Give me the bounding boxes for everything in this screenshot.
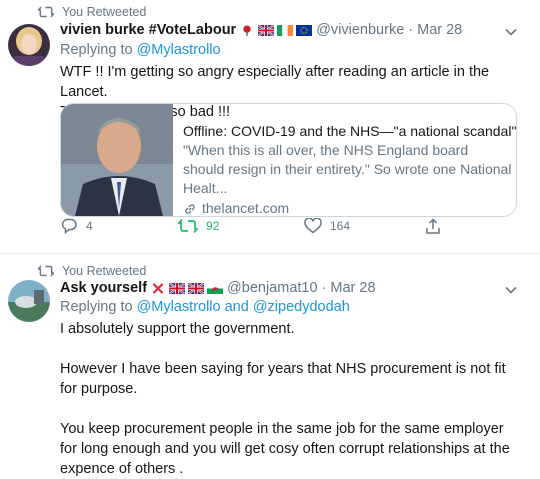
retweet-active-icon [178,218,198,234]
chevron-down-icon[interactable] [504,285,518,295]
like-action[interactable]: 164 [304,218,350,234]
chevron-down-icon[interactable] [504,27,518,37]
ireland-flag-icon [277,24,294,36]
tweet-paragraph: However I have been saying for years tha… [60,361,506,397]
tweet-vivienburke[interactable]: You Retweeted vivien burke #VoteLabour @… [0,0,540,254]
card-photo [61,104,173,216]
retweet-label: You Retweeted [62,5,147,19]
separator-dot: · [408,22,414,38]
wales-flag-icon [207,282,224,294]
tweet-date[interactable]: Mar 28 [417,22,462,38]
tweet-paragraph: I absolutely support the government. [60,321,295,337]
retweet-label: You Retweeted [62,264,147,278]
reply-action[interactable]: 4 [60,217,93,235]
display-name[interactable]: vivien burke #VoteLabour [60,22,236,38]
heart-icon [304,218,322,234]
replying-prefix: Replying to [60,42,133,58]
separator-dot: · [321,280,327,296]
replying-prefix: Replying to [60,299,133,315]
tweet-text-line: WTF !! I'm getting so angry especially a… [60,64,490,100]
avatar[interactable] [8,280,50,322]
reply-mentions[interactable]: @Mylastrollo and @zipedydodah [137,299,350,315]
tweet-header: Ask yourself @benjamat10 · Mar 28 [60,280,376,296]
share-icon [426,217,440,234]
retweet-action[interactable]: 92 [178,218,219,234]
tweet-text: I absolutely support the government. How… [60,319,520,479]
user-handle[interactable]: @benjamat10 [227,280,318,296]
link-card[interactable]: Offline: COVID-19 and the NHS—"a nationa… [60,103,517,217]
rose-icon [243,24,251,36]
user-handle[interactable]: @vivienburke [316,22,404,38]
uk-flag-icon [258,24,275,36]
replying-to: Replying to @Mylastrollo and @zipedydoda… [60,299,350,315]
reply-icon [61,218,77,235]
retweet-count: 92 [206,219,220,233]
avatar-image [8,24,50,66]
replying-to: Replying to @Mylastrollo [60,42,221,58]
tweet-header: vivien burke #VoteLabour @vivienburke · … [60,22,462,38]
card-domain: thelancet.com [202,200,290,216]
card-thumbnail [61,104,173,216]
reply-mention[interactable]: @Mylastrollo [137,42,221,58]
red-x-icon [152,282,164,294]
like-count: 164 [330,219,351,233]
share-action[interactable] [425,217,449,235]
reply-count: 4 [86,219,93,233]
retweet-context: You Retweeted [38,264,146,278]
tweet-date[interactable]: Mar 28 [330,280,375,296]
display-name[interactable]: Ask yourself [60,280,147,296]
eu-flag-icon [296,24,313,36]
card-description: "When this is all over, the NHS England … [183,142,512,196]
card-title: Offline: COVID-19 and the NHS—"a nationa… [183,123,517,139]
tweet-paragraph: You keep procurement people in the same … [60,421,510,477]
uk-flag-icon [188,282,205,294]
retweet-context: You Retweeted [38,5,146,19]
uk-flag-icon [169,282,186,294]
avatar[interactable] [8,24,50,66]
card-url-row: thelancet.com [183,199,516,216]
link-icon [185,203,195,214]
card-body: Offline: COVID-19 and the NHS—"a nationa… [173,104,517,216]
retweet-icon [38,265,54,277]
avatar-image [8,280,50,322]
retweet-icon [38,6,54,18]
tweet-benjamat10[interactable]: You Retweeted Ask yourself @benjamat10 ·… [0,254,540,477]
